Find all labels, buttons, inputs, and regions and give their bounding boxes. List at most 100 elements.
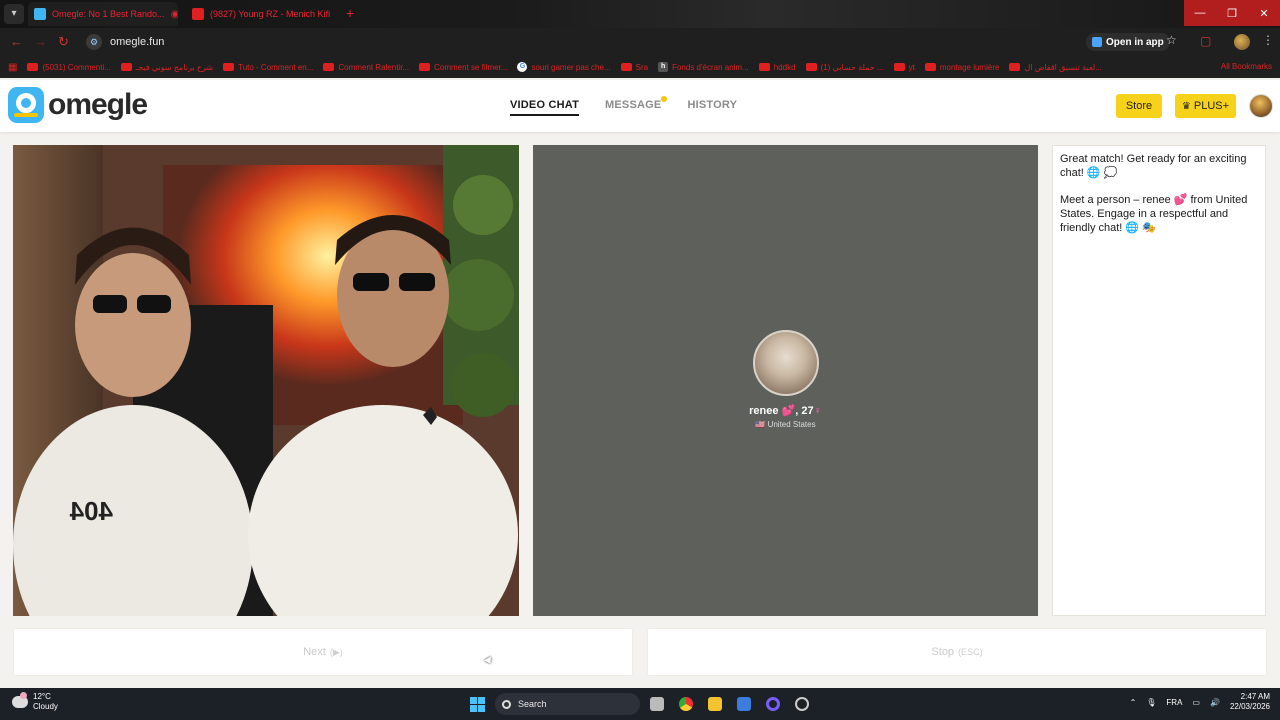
user-avatar[interactable]: [1249, 94, 1273, 118]
notification-dot: [661, 96, 668, 102]
close-window-icon[interactable]: ✕: [1248, 0, 1280, 26]
tab-youtube[interactable]: (9827) Young RZ - Menich Kifi ✕: [186, 2, 336, 26]
site-header: omegle VIDEO CHAT MESSAGE HISTORY Store …: [0, 80, 1280, 132]
apps-grid-icon[interactable]: ▦: [8, 62, 17, 73]
plus-button[interactable]: ♛ PLUS+: [1175, 94, 1236, 118]
local-video: 404: [13, 145, 519, 616]
bookmark-label: لعبة تنسيق اقفاص ال...: [1024, 62, 1102, 72]
nav-video-chat[interactable]: VIDEO CHAT: [510, 99, 580, 116]
bookmark-item[interactable]: Comment Ralentir...: [323, 63, 409, 72]
chat-message: Great match! Get ready for an exciting c…: [1060, 153, 1247, 179]
extensions-icon[interactable]: ▢: [1200, 34, 1211, 48]
speaker-icon[interactable]: 🔊: [1210, 698, 1220, 707]
bookmark-item[interactable]: (1) حملة حسابي ...: [805, 63, 884, 72]
bookmark-label: Tuto - Comment en...: [238, 62, 314, 72]
youtube-icon: [893, 63, 905, 71]
bookmark-item[interactable]: Tuto - Comment en...: [223, 63, 313, 72]
bookmark-item[interactable]: yt: [893, 63, 915, 72]
task-view-icon[interactable]: [650, 697, 664, 711]
app-icon[interactable]: [766, 697, 780, 711]
browser-menu-icon[interactable]: ⋮: [1262, 33, 1274, 47]
weather-widget[interactable]: 12°C Cloudy: [12, 692, 58, 712]
bookmark-item[interactable]: hddkd: [758, 63, 796, 72]
youtube-icon: [620, 63, 632, 71]
site-info-icon[interactable]: ⚙: [86, 34, 102, 50]
clock[interactable]: 2:47 AM 22/03/2026: [1230, 692, 1270, 712]
file-explorer-icon[interactable]: [708, 697, 722, 711]
weather-text: 12°C Cloudy: [33, 692, 58, 712]
next-button[interactable]: Next (▶): [13, 628, 633, 676]
chat-message: Meet a person – renee 💕 from United Stat…: [1060, 194, 1248, 234]
store-app-icon[interactable]: [737, 697, 751, 711]
nav-message[interactable]: MESSAGE: [605, 96, 668, 116]
stop-button[interactable]: Stop (ESC): [647, 628, 1267, 676]
bookmark-item[interactable]: Sra: [620, 62, 649, 72]
tab-close-icon[interactable]: ◉: [171, 9, 178, 20]
minimize-icon[interactable]: —: [1184, 0, 1216, 26]
remote-country: United States: [767, 420, 816, 429]
reload-icon[interactable]: ↻: [58, 34, 69, 50]
plus-label: PLUS+: [1193, 100, 1230, 112]
female-icon: ♀: [813, 405, 822, 417]
remote-age: 27: [801, 405, 814, 417]
main-nav: VIDEO CHAT MESSAGE HISTORY: [510, 96, 737, 116]
us-flag-icon: 🇺🇸: [755, 420, 766, 429]
bookmark-item[interactable]: شرح برنامج سوني فيجـ: [120, 62, 214, 72]
bookmark-item[interactable]: Gsouri gamer pas che...: [517, 62, 611, 72]
bookmark-item[interactable]: montage lumière: [924, 62, 1000, 72]
display-icon[interactable]: ▭: [1192, 698, 1200, 707]
remote-avatar: [752, 330, 819, 396]
youtube-icon: [1009, 63, 1021, 71]
youtube-icon: [27, 63, 39, 71]
bookmark-item[interactable]: h Fonds d'écran anim...: [658, 62, 749, 72]
address-bar[interactable]: ⚙ omegle.fun: [80, 31, 1190, 53]
google-icon: G: [517, 62, 528, 72]
maximize-icon[interactable]: ❐: [1216, 0, 1248, 26]
date: 22/03/2026: [1229, 702, 1270, 711]
youtube-icon: [323, 63, 335, 71]
new-tab-icon[interactable]: +: [346, 5, 354, 21]
logo-text: omegle: [48, 88, 148, 121]
window-controls: — ❐ ✕: [1184, 0, 1280, 26]
search-icon: [502, 699, 511, 709]
tab-title: Omegle: No 1 Best Rando...: [52, 9, 165, 19]
back-icon[interactable]: ←: [10, 34, 23, 49]
tab-omegle[interactable]: Omegle: No 1 Best Rando... ◉: [28, 2, 178, 26]
remote-video: renee 💕, 27♀ 🇺🇸 United States: [533, 145, 1038, 616]
system-tray: ⌃ 🎙 FRA ▭ 🔊 2:47 AM 22/03/2026: [1130, 692, 1270, 712]
open-in-app-button[interactable]: Open in app: [1086, 33, 1170, 51]
profile-avatar-icon[interactable]: [1234, 34, 1250, 50]
omegle-logo[interactable]: omegle: [8, 87, 148, 123]
bookmark-item[interactable]: Comment se filmer...: [419, 63, 507, 72]
stop-hint: (ESC): [958, 647, 983, 657]
windows-start-icon[interactable]: [470, 697, 485, 712]
svg-text:404: 404: [69, 496, 113, 526]
chrome-icon[interactable]: [679, 697, 693, 711]
microphone-icon[interactable]: 🎙: [1146, 698, 1156, 707]
all-bookmarks-link[interactable]: All Bookmarks: [1221, 62, 1272, 71]
nav-history[interactable]: HISTORY: [687, 99, 737, 116]
store-button[interactable]: Store: [1116, 94, 1162, 118]
forward-icon[interactable]: →: [34, 34, 47, 49]
tab-search-icon[interactable]: ▾: [4, 4, 24, 24]
bookmark-label: montage lumière: [939, 62, 1000, 72]
bookmark-label: Fonds d'écran anim...: [672, 62, 749, 72]
youtube-icon: [419, 63, 431, 71]
bookmark-label: شرح برنامج سوني فيجـ: [135, 62, 214, 72]
time: 2:47 AM: [1240, 692, 1270, 701]
taskbar: 12°C Cloudy Search ⌃ 🎙 FRA ▭ 🔊 2:47 AM 2…: [0, 688, 1280, 720]
bookmark-label: Sra: [635, 62, 649, 72]
weather-condition: Cloudy: [33, 702, 58, 711]
heart-icon: 💕: [781, 405, 796, 417]
chat-panel: Great match! Get ready for an exciting c…: [1052, 145, 1266, 616]
remote-user-card: renee 💕, 27♀ 🇺🇸 United States: [533, 330, 1038, 429]
next-label: Next: [303, 646, 326, 658]
bookmark-star-icon[interactable]: ☆: [1166, 33, 1177, 47]
settings-app-icon[interactable]: [795, 697, 809, 711]
chevron-up-icon[interactable]: ⌃: [1130, 698, 1137, 707]
taskbar-search[interactable]: Search: [495, 693, 640, 715]
bookmark-item[interactable]: (5031) Commenti...: [27, 63, 111, 72]
tab-title: (9827) Young RZ - Menich Kifi: [210, 9, 331, 19]
bookmark-item[interactable]: لعبة تنسيق اقفاص ال...: [1009, 62, 1102, 72]
language-indicator[interactable]: FRA: [1166, 698, 1182, 707]
